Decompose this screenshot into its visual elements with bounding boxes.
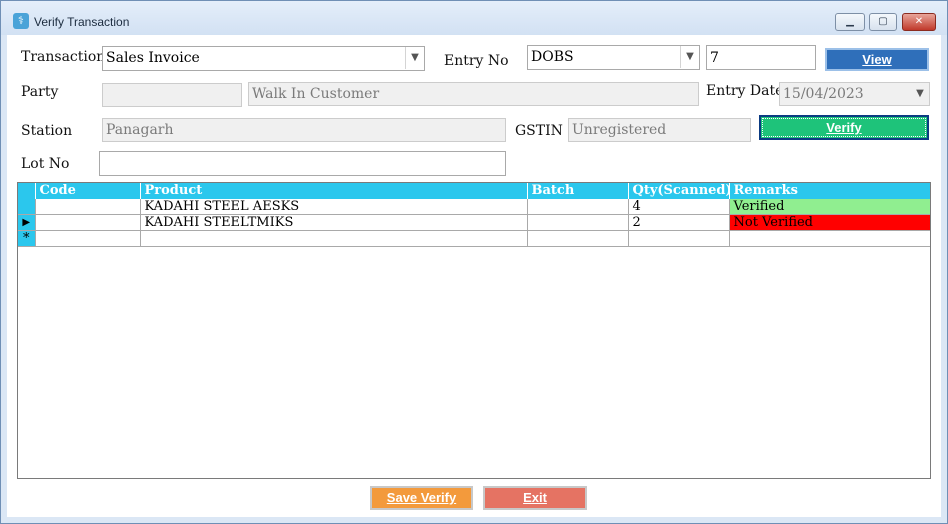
verify-button[interactable]: Verify [759, 115, 929, 140]
cell-product[interactable] [140, 230, 528, 247]
cell-qty[interactable] [628, 230, 730, 247]
cell-remarks[interactable] [729, 230, 930, 247]
window-title: Verify Transaction [34, 15, 130, 29]
minimize-button[interactable]: ▁ [835, 13, 865, 31]
chevron-down-icon[interactable]: ▼ [911, 83, 929, 105]
entry-date-picker[interactable]: 15/04/2023 ▼ [779, 82, 930, 106]
cell-batch[interactable] [527, 199, 629, 215]
gstin-input[interactable] [568, 118, 751, 142]
new-row-asterisk-icon: * [23, 231, 30, 246]
cell-product[interactable]: KADAHI STEELTMIKS [140, 214, 528, 231]
row-header-corner [18, 183, 36, 199]
transaction-label: Transaction [21, 49, 106, 65]
gstin-label: GSTIN [515, 123, 563, 139]
cell-product[interactable]: KADAHI STEEL AESKS [140, 199, 528, 215]
cell-code[interactable] [35, 230, 141, 247]
party-code-input[interactable] [102, 83, 242, 107]
entry-series-select[interactable]: DOBS ▼ [527, 45, 700, 70]
entry-no-label: Entry No [444, 53, 509, 69]
row-header[interactable] [18, 199, 36, 215]
items-table: Code Product Batch Qty(Scanned) Remarks … [18, 183, 930, 247]
row-header[interactable]: * [18, 230, 36, 247]
entry-date-label: Entry Date [706, 83, 784, 99]
row-header[interactable]: ▶ [18, 214, 36, 231]
column-header-qty[interactable]: Qty(Scanned) [628, 183, 730, 199]
cell-batch[interactable] [527, 230, 629, 247]
cell-remarks-not-verified[interactable]: Not Verified [729, 214, 930, 231]
station-label: Station [21, 123, 73, 139]
verify-transaction-window: ⚕ Verify Transaction ▁ ▢ ✕ Transaction S… [0, 0, 948, 524]
column-header-batch[interactable]: Batch [527, 183, 629, 199]
cell-code[interactable] [35, 199, 141, 215]
items-grid[interactable]: Code Product Batch Qty(Scanned) Remarks … [17, 182, 931, 479]
new-row[interactable]: * [18, 230, 930, 247]
current-row-arrow-icon: ▶ [22, 217, 31, 228]
transaction-value: Sales Invoice [106, 50, 200, 66]
column-header-remarks[interactable]: Remarks [729, 183, 930, 199]
party-name-input[interactable] [248, 82, 699, 106]
maximize-button[interactable]: ▢ [869, 13, 897, 31]
grid-header-row: Code Product Batch Qty(Scanned) Remarks [18, 183, 930, 199]
party-label: Party [21, 84, 59, 100]
app-icon: ⚕ [13, 13, 29, 29]
entry-date-value: 15/04/2023 [783, 86, 864, 102]
cell-remarks-verified[interactable]: Verified [729, 199, 930, 215]
cell-qty[interactable]: 4 [628, 199, 730, 215]
form-area: Transaction Sales Invoice ▼ Entry No DOB… [7, 35, 941, 517]
cell-qty[interactable]: 2 [628, 214, 730, 231]
entry-no-input[interactable] [706, 45, 816, 70]
close-button[interactable]: ✕ [902, 13, 936, 31]
chevron-down-icon[interactable]: ▼ [405, 47, 424, 69]
chevron-down-icon[interactable]: ▼ [680, 46, 699, 68]
lot-no-label: Lot No [21, 156, 70, 172]
close-icon: ✕ [914, 16, 924, 27]
column-header-code[interactable]: Code [35, 183, 141, 199]
entry-series-value: DOBS [531, 49, 574, 65]
save-verify-button[interactable]: Save Verify [370, 486, 473, 510]
table-row[interactable]: ▶ KADAHI STEELTMIKS 2 Not Verified [18, 214, 930, 231]
column-header-product[interactable]: Product [140, 183, 528, 199]
cell-batch[interactable] [527, 214, 629, 231]
view-button[interactable]: View [825, 48, 929, 71]
station-input[interactable] [102, 118, 506, 142]
cell-code[interactable] [35, 214, 141, 231]
title-bar: ⚕ Verify Transaction ▁ ▢ ✕ [1, 1, 947, 35]
exit-button[interactable]: Exit [483, 486, 587, 510]
minimize-icon: ▁ [846, 16, 854, 27]
lot-no-input[interactable] [99, 151, 506, 176]
transaction-select[interactable]: Sales Invoice ▼ [102, 46, 425, 71]
table-row[interactable]: KADAHI STEEL AESKS 4 Verified [18, 199, 930, 215]
maximize-icon: ▢ [878, 16, 888, 27]
